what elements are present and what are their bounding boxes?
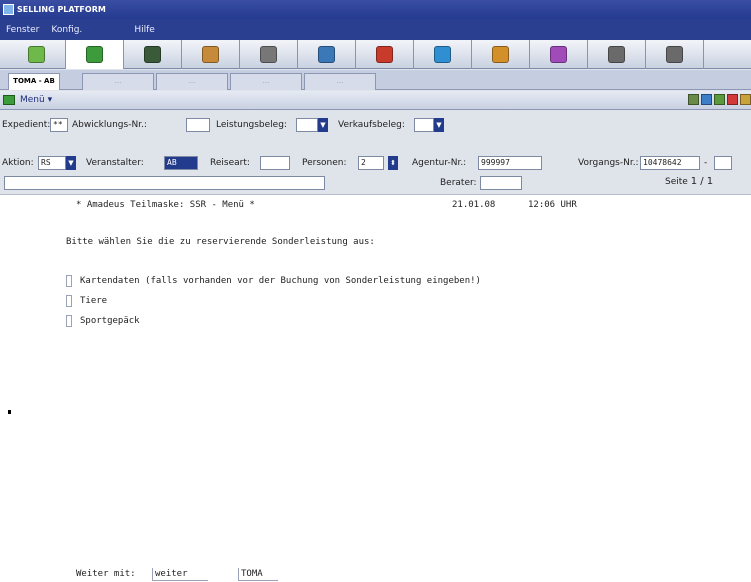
toolbar-button-car[interactable] bbox=[298, 40, 356, 69]
option-checkbox-kartendaten[interactable] bbox=[66, 275, 72, 287]
aktion-dropdown-icon[interactable]: ▼ bbox=[66, 156, 76, 170]
book-icon bbox=[28, 46, 45, 63]
toolbar-button-umbrella[interactable] bbox=[414, 40, 472, 69]
screen-icon[interactable] bbox=[701, 94, 712, 105]
abwicklungs-label: Abwicklungs-Nr.: bbox=[72, 120, 147, 130]
toolbar-button-airplane[interactable] bbox=[240, 40, 298, 69]
title-bar: SELLING PLATFORM bbox=[0, 0, 751, 19]
globe-person-icon bbox=[202, 46, 219, 63]
person-red-icon bbox=[376, 46, 393, 63]
tab-empty-2[interactable]: ... bbox=[156, 73, 228, 90]
reiseart-field[interactable] bbox=[260, 156, 290, 170]
stop-icon[interactable] bbox=[727, 94, 738, 105]
reiseart-label: Reiseart: bbox=[210, 158, 250, 168]
umbrella-icon bbox=[434, 46, 451, 63]
mask-header: * Amadeus Teilmaske: SSR - Menü * bbox=[76, 200, 255, 210]
tag-icon bbox=[550, 46, 567, 63]
personen-field[interactable]: 2 bbox=[358, 156, 384, 170]
command-input[interactable] bbox=[4, 176, 325, 190]
agentur-label: Agentur-Nr.: bbox=[412, 158, 467, 168]
refresh-icon[interactable] bbox=[714, 94, 725, 105]
veranstalter-field[interactable]: AB bbox=[164, 156, 198, 170]
mask-time: 12:06 UHR bbox=[528, 200, 577, 210]
personen-label: Personen: bbox=[302, 158, 347, 168]
aktion-field[interactable]: RS bbox=[38, 156, 66, 170]
tab-toma-ab[interactable]: TOMA - AB bbox=[8, 73, 60, 90]
flower-icon bbox=[492, 46, 509, 63]
toolbar-button-book[interactable] bbox=[8, 40, 66, 69]
berater-field[interactable] bbox=[480, 176, 522, 190]
monitor-icon bbox=[144, 46, 161, 63]
leistungsbeleg-dropdown-icon[interactable]: ▼ bbox=[318, 118, 328, 132]
weiter-field[interactable]: weiter bbox=[152, 568, 208, 581]
session-tab-bar: TOMA - AB ... ... ... ... bbox=[0, 70, 751, 90]
vorgangs-field[interactable]: 10478642 bbox=[640, 156, 700, 170]
berater-label: Berater: bbox=[440, 178, 477, 188]
menu-konfig[interactable]: Konfig. bbox=[45, 25, 88, 35]
quick-icons bbox=[688, 94, 751, 105]
toolbar-button-more[interactable] bbox=[646, 40, 704, 69]
verkaufsbeleg-field[interactable] bbox=[414, 118, 434, 132]
printer-icon bbox=[608, 46, 625, 63]
tab-empty-3[interactable]: ... bbox=[230, 73, 302, 90]
tab-empty-4[interactable]: ... bbox=[304, 73, 376, 90]
seite-value: 1 / 1 bbox=[690, 176, 714, 187]
toolbar-button-folder-green[interactable] bbox=[66, 40, 124, 69]
toolbar-button-printer[interactable] bbox=[588, 40, 646, 69]
sub-menu-bar: Menü ▾ bbox=[0, 91, 751, 110]
personen-spinner-icon[interactable]: ⬍ bbox=[388, 156, 398, 170]
help-icon[interactable] bbox=[740, 94, 751, 105]
leistungsbeleg-field[interactable] bbox=[296, 118, 318, 132]
expedient-label: Expedient: bbox=[2, 120, 51, 130]
toolbar-button-flower[interactable] bbox=[472, 40, 530, 69]
expedient-field[interactable]: ** bbox=[50, 118, 68, 132]
page-indicator: Seite 1 / 1 bbox=[665, 176, 713, 187]
agentur-field[interactable]: 999997 bbox=[478, 156, 542, 170]
veranstalter-label: Veranstalter: bbox=[86, 158, 144, 168]
vorgangs-suffix-field[interactable] bbox=[714, 156, 732, 170]
module-toolbar bbox=[0, 40, 751, 69]
toolbar-button-person-red[interactable] bbox=[356, 40, 414, 69]
folder-green-icon bbox=[86, 46, 103, 63]
menu-dropdown[interactable]: Menü ▾ bbox=[20, 95, 52, 105]
tab-empty-1[interactable]: ... bbox=[82, 73, 154, 90]
airplane-icon bbox=[260, 46, 277, 63]
option-tiere: Tiere bbox=[80, 296, 108, 306]
toolbar-button-monitor[interactable] bbox=[124, 40, 182, 69]
aktion-label: Aktion: bbox=[2, 158, 34, 168]
more-icon bbox=[666, 46, 683, 63]
car-icon bbox=[318, 46, 335, 63]
menu-folder-icon bbox=[3, 95, 15, 105]
verkaufsbeleg-dropdown-icon[interactable]: ▼ bbox=[434, 118, 444, 132]
toma-field[interactable]: TOMA bbox=[238, 568, 278, 581]
cursor-mark bbox=[8, 410, 11, 414]
tools-icon[interactable] bbox=[688, 94, 699, 105]
toolbar-button-tag[interactable] bbox=[530, 40, 588, 69]
vorgangs-dash: - bbox=[704, 158, 708, 168]
mask-prompt: Bitte wählen Sie die zu reservierende So… bbox=[66, 237, 375, 247]
menu-bar: Fenster Konfig. Hilfe bbox=[0, 19, 751, 40]
weiter-label: Weiter mit: bbox=[76, 569, 136, 579]
menu-fenster[interactable]: Fenster bbox=[0, 25, 45, 35]
leistungsbeleg-label: Leistungsbeleg: bbox=[216, 120, 287, 130]
option-sportgepaeck: Sportgepäck bbox=[80, 316, 140, 326]
option-checkbox-tiere[interactable] bbox=[66, 295, 72, 307]
toolbar-button-globe-person[interactable] bbox=[182, 40, 240, 69]
mask-date: 21.01.08 bbox=[452, 200, 496, 210]
terminal-mask: * Amadeus Teilmaske: SSR - Menü * 21.01.… bbox=[0, 194, 751, 582]
window-title: SELLING PLATFORM bbox=[17, 5, 106, 14]
verkaufsbeleg-label: Verkaufsbeleg: bbox=[338, 120, 405, 130]
booking-header-form: Expedient: ** Abwicklungs-Nr.: Leistungs… bbox=[0, 110, 751, 194]
option-kartendaten: Kartendaten (falls vorhanden vor der Buc… bbox=[80, 276, 481, 286]
option-checkbox-sportgepaeck[interactable] bbox=[66, 315, 72, 327]
vorgangs-label: Vorgangs-Nr.: bbox=[578, 158, 639, 168]
abwicklungs-field[interactable] bbox=[186, 118, 210, 132]
app-icon bbox=[3, 4, 14, 15]
menu-hilfe[interactable]: Hilfe bbox=[128, 25, 160, 35]
seite-label: Seite bbox=[665, 177, 688, 187]
